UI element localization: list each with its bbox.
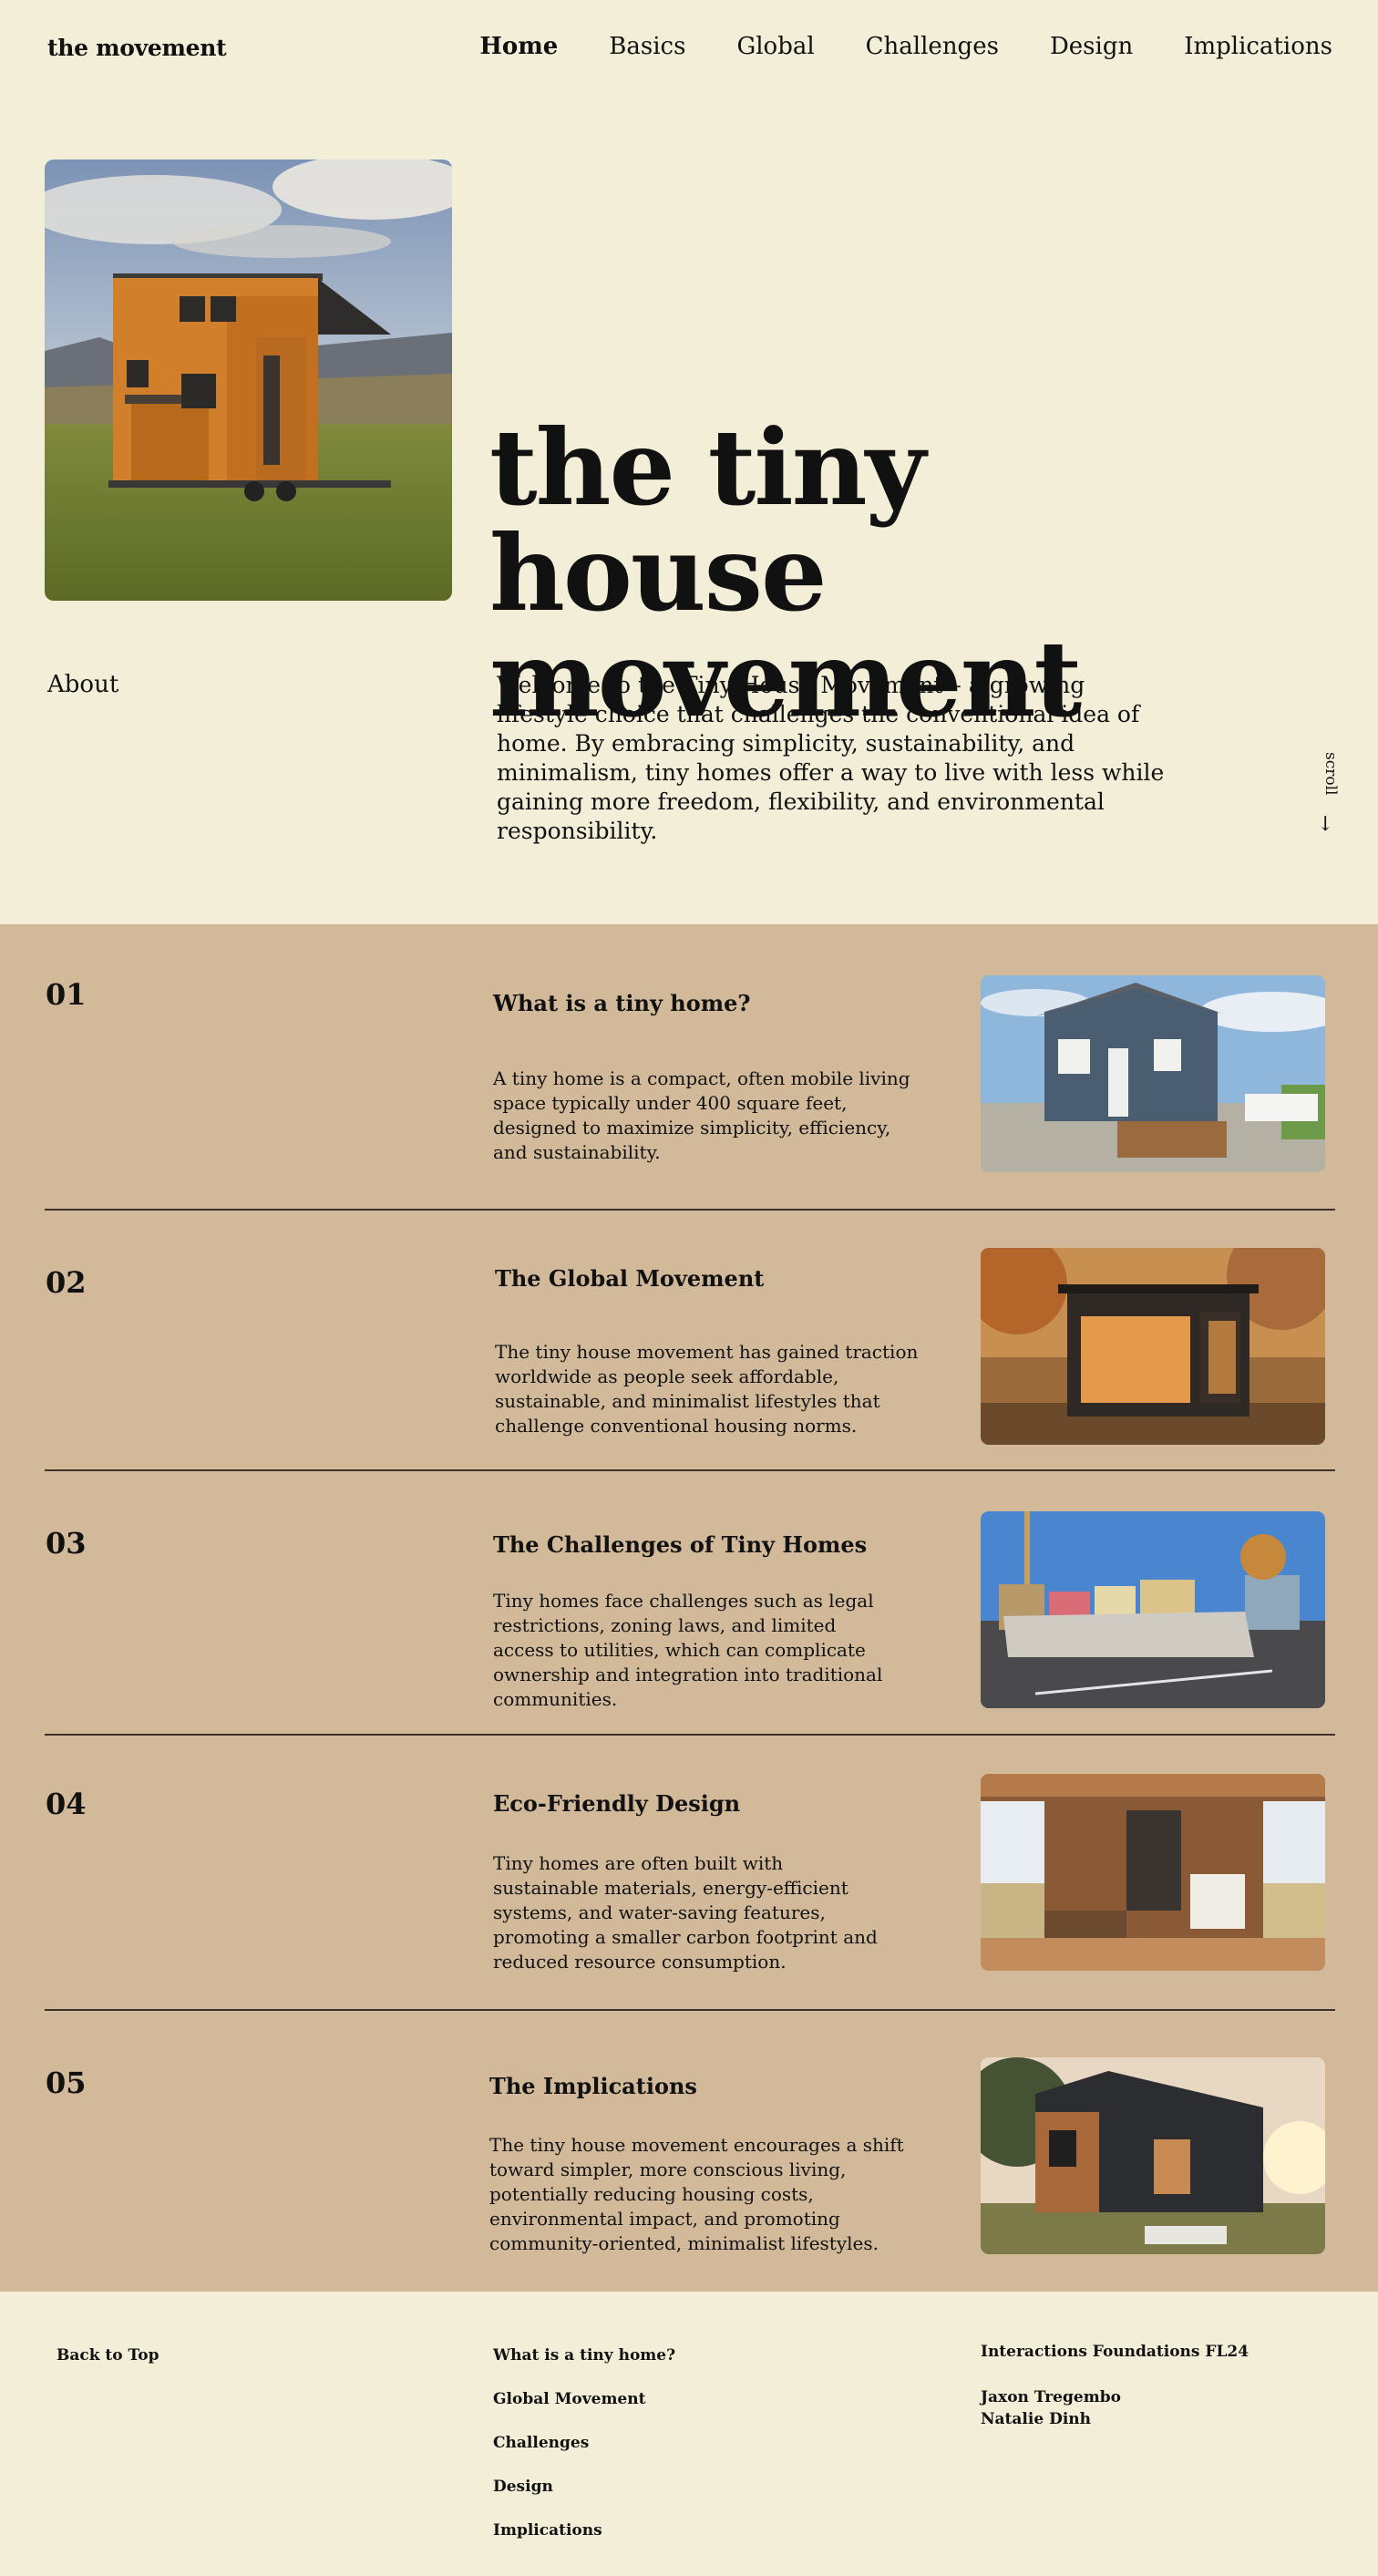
footer-link-design[interactable]: Design <box>493 2478 553 2496</box>
tiny-home-interior-photo <box>981 1774 1325 1971</box>
nav-global[interactable]: Global <box>736 33 814 60</box>
title-line-1: the tiny house <box>489 407 926 634</box>
section-number: 03 <box>46 1526 87 1561</box>
section-text: The tiny house movement encourages a shi… <box>489 2134 904 2254</box>
section-title: The Global Movement <box>495 1265 765 1292</box>
section-text: A tiny home is a compact, often mobile l… <box>493 1067 910 1163</box>
autumn-cabin-photo <box>981 1248 1325 1445</box>
section-divider <box>45 1734 1335 1736</box>
arrow-down-icon: ↓ <box>1317 813 1334 836</box>
scroll-label: scroll <box>1321 752 1340 796</box>
section-divider <box>45 2009 1335 2011</box>
scroll-indicator[interactable]: scroll ↓ <box>1312 752 1340 839</box>
section-text: Tiny homes face challenges such as legal… <box>493 1590 883 1710</box>
main-nav: Home Basics Global Challenges Design Imp… <box>479 33 1332 60</box>
author-name: Jaxon Tregembo <box>981 2388 1121 2406</box>
nav-challenges[interactable]: Challenges <box>866 33 999 60</box>
nav-design[interactable]: Design <box>1050 33 1133 60</box>
footer-link-implications[interactable]: Implications <box>493 2521 602 2540</box>
hero-image <box>45 160 452 601</box>
footer-link-global[interactable]: Global Movement <box>493 2390 645 2408</box>
section-title: The Challenges of Tiny Homes <box>493 1531 868 1558</box>
about-text: Welcome to the Tiny House Movement – a g… <box>497 672 1165 844</box>
section-text: The tiny house movement has gained tract… <box>495 1341 919 1437</box>
section-number: 04 <box>46 1787 87 1821</box>
author-name: Natalie Dinh <box>981 2410 1091 2428</box>
section-title: What is a tiny home? <box>493 990 751 1016</box>
section-number: 05 <box>46 2066 87 2100</box>
tiny-home-lot-photo <box>981 1511 1325 1708</box>
blue-tiny-home-photo <box>981 975 1325 1172</box>
site-brand[interactable]: the movement <box>47 35 227 61</box>
footer-link-challenges[interactable]: Challenges <box>493 2434 589 2452</box>
dark-cabin-sunset-photo <box>981 2057 1325 2254</box>
section-divider <box>45 1469 1335 1471</box>
about-label: About <box>47 671 119 698</box>
section-divider <box>45 1209 1335 1211</box>
course-label: Interactions Foundations FL24 <box>981 2343 1249 2361</box>
section-title: Eco-Friendly Design <box>493 1790 741 1817</box>
section-number: 01 <box>46 977 87 1012</box>
footer-link-basics[interactable]: What is a tiny home? <box>493 2346 675 2365</box>
back-to-top-link[interactable]: Back to Top <box>57 2346 159 2365</box>
nav-basics[interactable]: Basics <box>609 33 685 60</box>
section-number: 02 <box>46 1265 87 1300</box>
sections-panel: 01 What is a tiny home? A tiny home is a… <box>0 924 1378 2292</box>
nav-implications[interactable]: Implications <box>1184 33 1332 60</box>
section-title: The Implications <box>489 2073 697 2099</box>
nav-home[interactable]: Home <box>479 33 558 60</box>
section-text: Tiny homes are often built with sustaina… <box>493 1852 878 1973</box>
